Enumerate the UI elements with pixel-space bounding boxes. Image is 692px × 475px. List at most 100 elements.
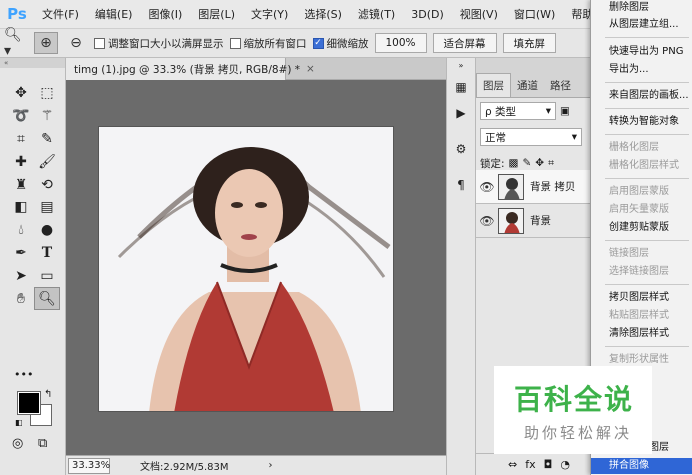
blur-tool-icon[interactable]: 💧︎ [8, 219, 34, 242]
zoom-100-button[interactable]: 100% [374, 33, 427, 53]
eyedropper-icon[interactable]: ✎ [34, 128, 60, 151]
menu-item-artboard-from-layers[interactable]: 来自图层的画板... [591, 88, 692, 104]
history-panel-icon[interactable]: ▦ [449, 76, 473, 98]
default-colors-icon[interactable]: ◧ [15, 418, 23, 427]
menu-item-export-as[interactable]: 导出为... [591, 62, 692, 78]
character-panel-icon[interactable]: ¶ [449, 174, 473, 196]
tab-paths[interactable]: 路径 [544, 74, 577, 97]
menu-item-delete-layer[interactable]: 删除图层 [591, 0, 692, 16]
layer-name[interactable]: 背景 [530, 213, 551, 228]
brush-tool-icon[interactable]: 🖌︎ [34, 150, 60, 173]
swap-colors-icon[interactable]: ↰ [44, 389, 52, 400]
menu-item-convert-smart-object[interactable]: 转换为智能对象 [591, 114, 692, 130]
clone-stamp-icon[interactable]: ♜ [8, 173, 34, 196]
rectangle-tool-icon[interactable]: ▭ [34, 264, 60, 287]
chevron-down-icon: ▾ [545, 105, 551, 117]
crop-tool-icon[interactable]: ⌗ [8, 128, 34, 151]
actions-panel-icon[interactable]: ▶ [449, 102, 473, 124]
history-brush-icon[interactable]: ⟲ [34, 173, 60, 196]
zoom-level-field[interactable]: 33.33% [68, 457, 110, 474]
blend-mode-value: 正常 [485, 131, 506, 144]
menu-edit[interactable]: 编辑(E) [87, 6, 141, 22]
menu-layer[interactable]: 图层(L) [190, 6, 243, 22]
menu-view[interactable]: 视图(V) [452, 6, 506, 22]
adjustment-layer-icon[interactable]: ◔ [560, 458, 570, 471]
resize-windows-checkbox[interactable]: 调整窗口大小以满屏显示 [94, 36, 224, 51]
gradient-icon[interactable]: ▤ [34, 196, 60, 219]
hand-tool-icon[interactable]: ✋︎ [8, 287, 34, 310]
menu-item-copy-layer-style[interactable]: 拷贝图层样式 [591, 290, 692, 306]
document-info[interactable]: 文档:2.92M/5.83M [140, 458, 229, 473]
layer-name[interactable]: 背景 拷贝 [530, 179, 575, 194]
lock-label: 锁定: [480, 157, 505, 170]
path-select-icon[interactable]: ➤ [8, 264, 34, 287]
menu-item-create-clipping-mask[interactable]: 创建剪贴蒙版 [591, 220, 692, 236]
layer-row-background-copy[interactable]: 👁︎ 背景 拷贝 [476, 170, 590, 204]
zoom-out-icon[interactable]: ⊖ [64, 32, 88, 54]
scrubby-zoom-label: 细微缩放 [326, 37, 369, 50]
menu-type[interactable]: 文字(Y) [243, 6, 296, 22]
menu-item-group-from-layers[interactable]: 从图层建立组... [591, 17, 692, 33]
checkbox-box[interactable] [229, 37, 241, 49]
type-tool-icon[interactable]: T [34, 242, 60, 265]
zoom-all-checkbox[interactable]: 缩放所有窗口 [229, 36, 307, 51]
fx-icon[interactable]: fx [525, 458, 535, 471]
menu-item-enable-vector-mask: 启用矢量蒙版 [609, 204, 669, 215]
lasso-tool-icon[interactable]: ➰ [8, 105, 34, 128]
canvas-image[interactable] [98, 126, 394, 412]
menu-filter[interactable]: 滤镜(T) [350, 6, 403, 22]
lock-paint-icon[interactable]: ✎ [522, 157, 531, 169]
kind-filter-select[interactable]: ρ 类型 ▾ [480, 102, 556, 120]
panel-collapse-handle[interactable]: « [0, 58, 65, 68]
collapsed-panel-strip: » ▦ ▶ ⚙ ¶ [446, 58, 476, 475]
menu-image[interactable]: 图像(I) [140, 6, 190, 22]
status-menu-arrow[interactable]: › [269, 460, 273, 471]
foreground-color-swatch[interactable] [17, 391, 41, 415]
menu-window[interactable]: 窗口(W) [506, 6, 563, 22]
photoshop-logo: Ps [0, 0, 34, 28]
screen-mode-icon[interactable]: ⧉ [38, 436, 47, 451]
menu-select[interactable]: 选择(S) [296, 6, 350, 22]
zoom-in-icon[interactable]: ⊕ [34, 32, 58, 54]
layer-thumbnail [498, 173, 524, 200]
lock-artboard-icon[interactable]: ⌗ [548, 157, 554, 170]
kind-filter-value: ρ 类型 [485, 105, 517, 118]
document-tab[interactable]: timg (1).jpg @ 33.3% (背景 拷贝, RGB/8#) * × [66, 58, 315, 80]
edit-toolbar-icon[interactable]: ••• [14, 368, 33, 381]
menu-3d[interactable]: 3D(D) [403, 8, 452, 21]
menu-item-clear-layer-style[interactable]: 清除图层样式 [591, 326, 692, 342]
link-layers-icon[interactable]: ⇔ [508, 458, 517, 471]
move-tool-icon[interactable]: ✥ [8, 82, 34, 105]
checkbox-box[interactable] [94, 37, 105, 49]
fill-screen-button[interactable]: 填充屏 [502, 33, 557, 53]
quick-mask-icon[interactable]: ◎ [12, 436, 23, 451]
scrubby-zoom-checkbox[interactable]: ✓ 细微缩放 [312, 36, 369, 51]
lock-transparent-icon[interactable]: ▩ [509, 157, 519, 169]
tab-channels[interactable]: 通道 [511, 74, 544, 97]
menu-item-flatten-image[interactable]: 拼合图像 [591, 458, 692, 474]
pixel-filter-icon[interactable]: ▣ [560, 105, 570, 117]
close-tab-icon[interactable]: × [306, 63, 315, 75]
visibility-eye-icon[interactable]: 👁︎ [476, 214, 498, 228]
menu-file[interactable]: 文件(F) [34, 6, 87, 22]
pen-tool-icon[interactable]: ✒ [8, 242, 34, 265]
healing-brush-icon[interactable]: ✚ [8, 150, 34, 173]
marquee-tool-icon[interactable]: ⬚ [34, 82, 60, 105]
layer-row-background[interactable]: 👁︎ 背景 [476, 204, 590, 238]
document-area: timg (1).jpg @ 33.3% (背景 拷贝, RGB/8#) * × [66, 58, 446, 475]
zoom-tool-preset-icon[interactable]: 🔍︎▾ [4, 27, 28, 59]
panel-collapse-handle[interactable]: » [449, 58, 473, 72]
tab-layers[interactable]: 图层 [476, 73, 511, 97]
magic-wand-icon[interactable]: ⚚ [34, 105, 60, 128]
menu-item-quick-export-png[interactable]: 快速导出为 PNG [591, 44, 692, 60]
eraser-icon[interactable]: ◧ [8, 196, 34, 219]
visibility-eye-icon[interactable]: 👁︎ [476, 180, 498, 194]
fit-screen-button[interactable]: 适合屏幕 [432, 33, 497, 53]
properties-panel-icon[interactable]: ⚙ [449, 138, 473, 160]
add-mask-icon[interactable]: ◘ [544, 458, 553, 471]
blend-mode-select[interactable]: 正常 ▾ [480, 128, 582, 146]
lock-position-icon[interactable]: ✥ [535, 157, 544, 169]
dodge-tool-icon[interactable]: ● [34, 219, 60, 242]
checkbox-checked[interactable]: ✓ [312, 37, 324, 49]
zoom-tool-icon[interactable]: 🔍︎ [34, 287, 60, 310]
